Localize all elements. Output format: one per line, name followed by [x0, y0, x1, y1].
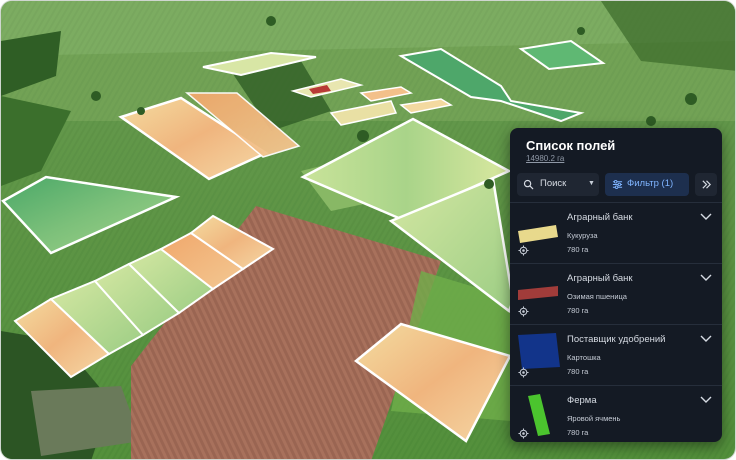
locate-icon[interactable]: [518, 367, 529, 378]
field-owner: Аграрный банк: [567, 273, 633, 284]
field-crop: Яровой ячмень: [567, 414, 621, 423]
locate-icon[interactable]: [518, 428, 529, 439]
field-list-item[interactable]: Аграрный банк Озимая пшеница 780 га: [510, 263, 722, 324]
field-area: 780 га: [567, 367, 589, 376]
chevron-down-icon[interactable]: [700, 396, 712, 404]
field-owner: Ферма: [567, 395, 597, 406]
field-owner: Аграрный банк: [567, 212, 633, 223]
field-shape-thumbnail: [518, 225, 558, 243]
chevron-down-icon[interactable]: [700, 213, 712, 221]
panel-title: Список полей: [526, 138, 616, 153]
field-area: 780 га: [567, 245, 589, 254]
filter-sliders-icon: [612, 180, 623, 189]
double-chevron-right-icon: [702, 180, 712, 189]
field-crop: Кукуруза: [567, 231, 598, 240]
expand-panel-button[interactable]: [695, 173, 717, 196]
field-crop: Картошка: [567, 353, 601, 362]
panel-toolbar: Поиск ▼ Фильтр (1): [517, 173, 717, 196]
field-area: 780 га: [567, 306, 589, 315]
field-shape-thumbnail: [518, 286, 558, 300]
search-dropdown[interactable]: Поиск ▼: [517, 173, 599, 196]
field-list-item[interactable]: Поставщик удобрений Картошка 780 га: [510, 324, 722, 385]
field-shape-thumbnail: [518, 333, 560, 369]
chevron-down-icon[interactable]: [700, 274, 712, 282]
field-crop: Озимая пшеница: [567, 292, 627, 301]
field-list-item[interactable]: Ферма Яровой ячмень 780 га: [510, 385, 722, 442]
search-icon: [523, 179, 534, 190]
field-area: 780 га: [567, 428, 589, 437]
total-area-link[interactable]: 14980.2 га: [526, 154, 564, 163]
caret-down-icon: ▼: [588, 180, 595, 187]
field-list-item[interactable]: Аграрный банк Кукуруза 780 га: [510, 202, 722, 263]
chevron-down-icon[interactable]: [700, 335, 712, 343]
search-label: Поиск: [540, 178, 567, 189]
filter-label: Фильтр (1): [627, 178, 674, 189]
filter-button[interactable]: Фильтр (1): [605, 173, 689, 196]
field-list-panel: Список полей 14980.2 га Поиск ▼ Фильтр (…: [510, 128, 722, 442]
locate-icon[interactable]: [518, 245, 529, 256]
field-owner: Поставщик удобрений: [567, 334, 666, 345]
app-frame: Список полей 14980.2 га Поиск ▼ Фильтр (…: [0, 0, 736, 460]
locate-icon[interactable]: [518, 306, 529, 317]
